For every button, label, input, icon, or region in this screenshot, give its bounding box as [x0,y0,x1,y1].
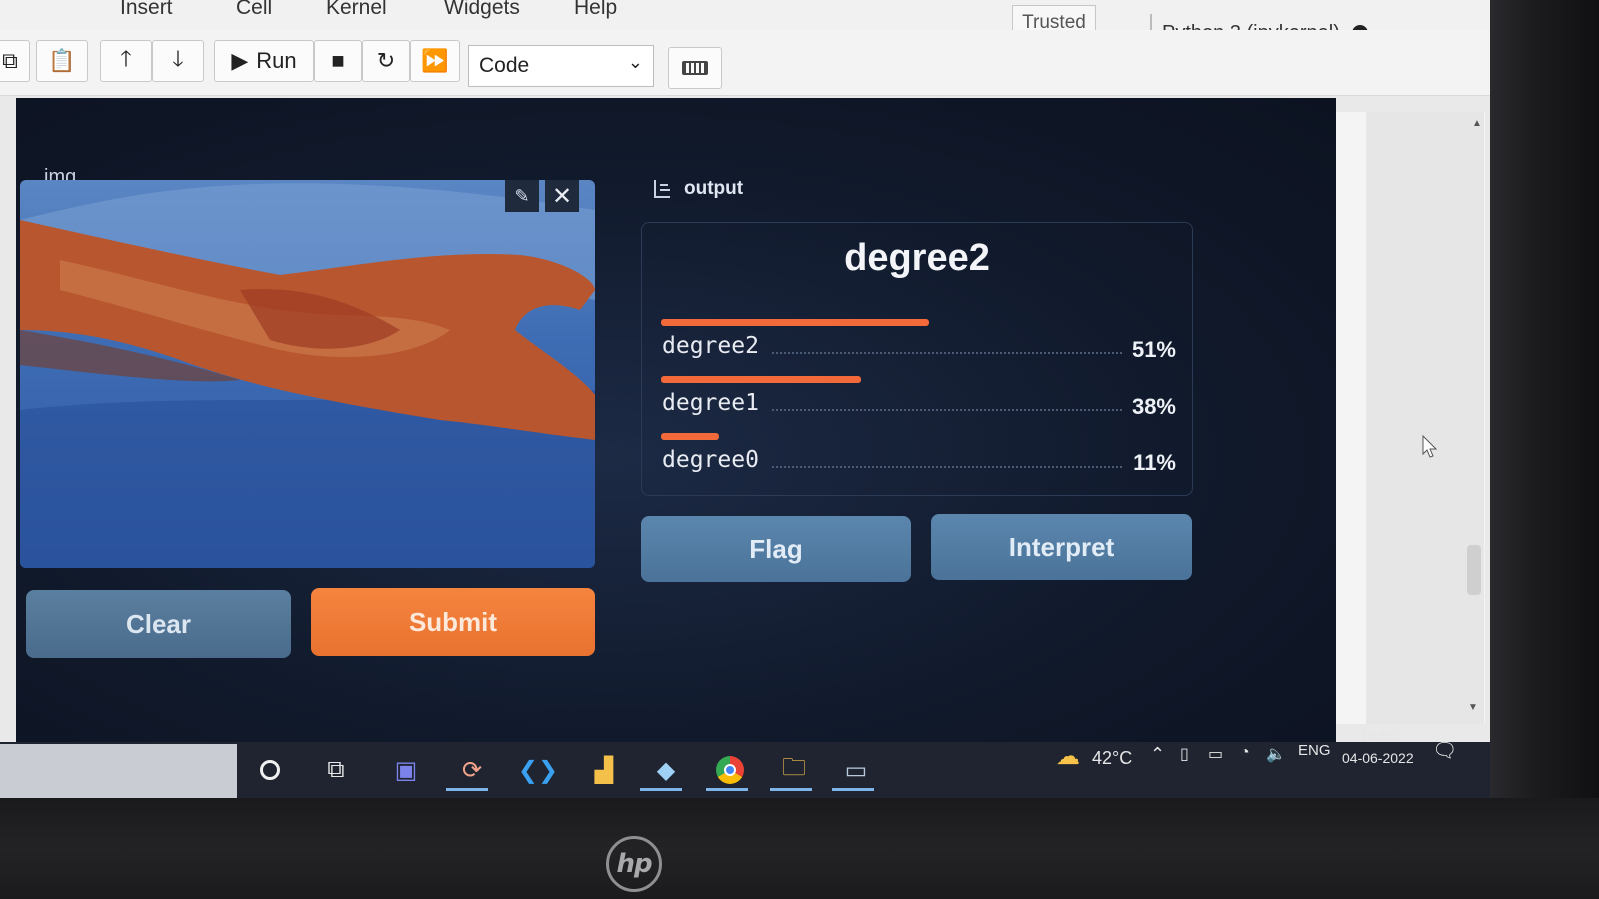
clear-button[interactable]: Clear [26,590,291,658]
mouse-cursor-icon [1422,435,1438,458]
copy-icon: ⧉ [2,48,18,73]
chrome-icon[interactable] [710,750,750,790]
chrome-logo-icon [716,756,744,784]
keyboard-icon [682,61,708,75]
pencil-icon: ✎ [514,185,530,206]
scroll-down-icon[interactable]: ▼ [1468,702,1478,713]
scroll-up-icon[interactable]: ▲ [1472,118,1482,129]
battery-icon[interactable]: ▭ [1208,744,1223,764]
paste-cell-button[interactable]: 📋 [36,40,88,82]
confidence-label[interactable]: degree2 [662,333,759,359]
task-view-icon[interactable]: ⧉ [316,750,356,790]
taskbar-search-box[interactable] [0,744,237,800]
confidence-bar [661,433,719,440]
active-app-indicator [706,788,748,791]
circle-icon [260,760,280,780]
arrow-down-icon: 🡓 [172,46,184,71]
tray-device-icon[interactable]: ▯ [1180,744,1189,764]
clock-date[interactable]: 04-06-2022 [1342,750,1414,766]
scrollbar-thumb[interactable] [1467,545,1481,595]
cortana-icon[interactable] [250,750,290,790]
active-app-indicator [640,788,682,791]
restart-icon: ↻ [376,48,396,73]
edit-image-button[interactable]: ✎ [505,180,539,212]
run-button[interactable]: ▶ Run [214,40,314,82]
confidence-percent: 11% [1133,450,1176,475]
confidence-label[interactable]: degree0 [662,447,759,473]
confidence-leader [772,409,1122,411]
copy-cell-button[interactable]: ⧉ [0,40,30,82]
vscode-icon[interactable]: ❮❯ [518,750,558,790]
confidence-bar [661,376,861,383]
menubar: Insert Cell Kernel Widgets Help Trusted … [0,0,1490,52]
submit-button[interactable]: Submit [311,588,595,656]
menu-cell[interactable]: Cell [236,0,272,20]
move-down-button[interactable]: 🡓 [152,40,204,82]
files-app-icon[interactable]: ▟ [584,750,624,790]
confidence-leader [772,466,1122,468]
paste-icon: 📋 [48,48,76,73]
flag-button[interactable]: Flag [641,516,911,582]
monitor-bezel-right [1490,0,1599,899]
language-indicator[interactable]: ENG [1298,742,1331,759]
file-explorer-icon[interactable]: 🗀 [774,750,814,790]
confidence-label[interactable]: degree1 [662,390,759,416]
output-label: output [684,178,744,199]
menu-insert[interactable]: Insert [120,0,173,20]
sync-app-icon[interactable]: ⟳ [452,750,492,790]
output-header: output [654,178,743,200]
run-label: Run [256,48,297,73]
menu-widgets[interactable]: Widgets [444,0,520,20]
toolbar: ⧉ 📋 🡑 🡓 ▶ Run ■ ↻ ⏩ [0,30,1490,96]
tray-overflow-icon[interactable]: ⌃ [1150,744,1165,765]
close-icon: ✕ [551,182,573,210]
menu-help[interactable]: Help [574,0,617,20]
cell-type-value: Code [479,54,530,77]
confidence-bar [661,319,929,326]
predicted-label: degree2 [844,237,990,279]
clock-time[interactable]: 18:50 [1360,728,1398,745]
arrow-up-icon: 🡑 [120,46,132,71]
hp-logo: hp [606,836,662,892]
teams-icon[interactable]: ▣ [386,750,426,790]
confidence-percent: 51% [1131,337,1176,362]
cell-type-select[interactable]: Code ⌄ [468,45,654,87]
volume-icon[interactable]: 🔈 [1266,744,1286,764]
screen: Insert Cell Kernel Widgets Help Trusted … [0,0,1490,800]
label-icon [654,180,670,198]
move-up-button[interactable]: 🡑 [100,40,152,82]
interrupt-button[interactable]: ■ [314,40,362,82]
stop-icon: ■ [331,48,345,73]
command-palette-button[interactable] [668,47,722,89]
weather-temperature[interactable]: 42°C [1092,748,1132,769]
fast-forward-icon: ⏩ [421,48,449,73]
restart-run-all-button[interactable]: ⏩ [410,40,460,82]
terminal-window-icon[interactable]: ▭ [836,750,876,790]
active-app-indicator [832,788,874,791]
notification-icon[interactable]: 🗨 [1432,738,1457,763]
active-app-indicator [770,788,812,791]
wifi-icon[interactable]: ◔ [1240,744,1250,762]
interpret-button[interactable]: Interpret [931,514,1192,580]
notes-app-icon[interactable]: ◆ [646,750,686,790]
remove-image-button[interactable]: ✕ [545,180,579,212]
burn-wound-photo [20,183,595,568]
notebook-side-panel [1366,112,1484,724]
monitor-bezel-bottom [0,798,1599,899]
menu-kernel[interactable]: Kernel [326,0,387,20]
confidence-leader [772,352,1122,354]
chevron-down-icon: ⌄ [627,52,643,72]
weather-icon[interactable]: ☁ [1056,742,1080,771]
restart-button[interactable]: ↻ [362,40,410,82]
confidence-percent: 38% [1131,394,1176,419]
uploaded-image[interactable] [20,180,595,568]
play-icon: ▶ [231,48,249,73]
active-app-indicator [446,788,488,791]
